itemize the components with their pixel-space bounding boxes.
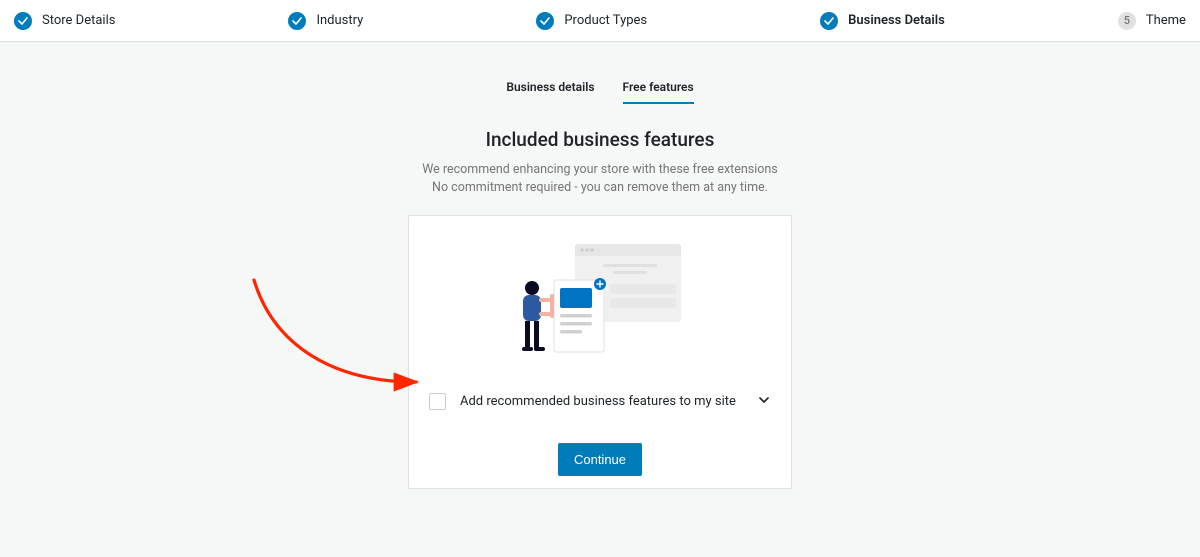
step-label: Store Details bbox=[42, 13, 115, 28]
page-title: Included business features bbox=[0, 128, 1200, 151]
subtitle-line-2: No commitment required - you can remove … bbox=[432, 180, 768, 195]
step-business-details[interactable]: Business Details bbox=[820, 12, 945, 30]
continue-button[interactable]: Continue bbox=[558, 443, 642, 476]
setup-stepper: Store Details Industry Product Types Bus… bbox=[0, 0, 1200, 42]
step-label: Theme bbox=[1146, 13, 1186, 28]
step-theme[interactable]: 5 Theme bbox=[1118, 12, 1186, 30]
onboarding-illustration-icon bbox=[510, 240, 690, 356]
tab-free-features[interactable]: Free features bbox=[623, 80, 694, 104]
step-number-badge: 5 bbox=[1118, 12, 1136, 30]
features-card: Add recommended business features to my … bbox=[408, 215, 792, 489]
page-subtitle: We recommend enhancing your store with t… bbox=[0, 161, 1200, 197]
check-icon bbox=[820, 12, 838, 30]
step-label: Product Types bbox=[564, 13, 647, 28]
step-product-types[interactable]: Product Types bbox=[536, 12, 647, 30]
sub-tabs: Business details Free features bbox=[0, 80, 1200, 104]
step-label: Industry bbox=[316, 13, 363, 28]
expand-toggle[interactable] bbox=[757, 392, 771, 411]
headline: Included business features We recommend … bbox=[0, 128, 1200, 197]
step-industry[interactable]: Industry bbox=[288, 12, 363, 30]
recommended-features-row: Add recommended business features to my … bbox=[429, 392, 771, 417]
recommended-features-label: Add recommended business features to my … bbox=[460, 394, 743, 409]
subtitle-line-1: We recommend enhancing your store with t… bbox=[422, 162, 778, 177]
step-label: Business Details bbox=[848, 13, 945, 28]
card-illustration bbox=[429, 234, 771, 356]
step-store-details[interactable]: Store Details bbox=[14, 12, 115, 30]
continue-wrap: Continue bbox=[429, 443, 771, 476]
chevron-down-icon bbox=[757, 393, 771, 407]
check-icon bbox=[288, 12, 306, 30]
tab-business-details[interactable]: Business details bbox=[506, 80, 594, 104]
check-icon bbox=[536, 12, 554, 30]
check-icon bbox=[14, 12, 32, 30]
recommended-features-checkbox[interactable] bbox=[429, 393, 446, 410]
